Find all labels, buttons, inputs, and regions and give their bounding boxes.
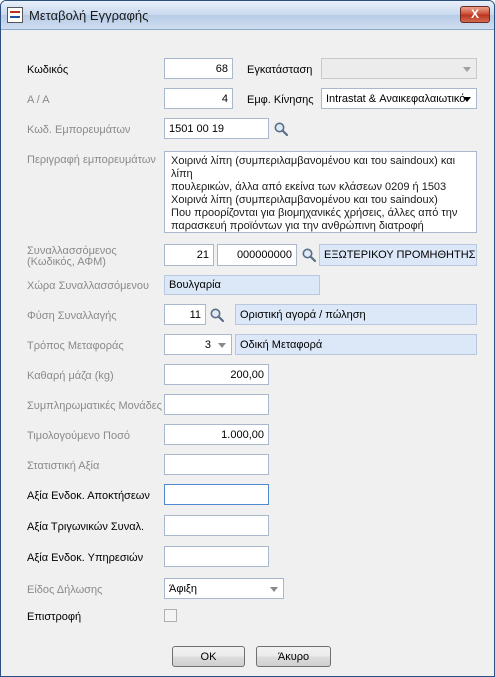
net-mass-label: Καθαρή μάζα (kg) [27,370,114,382]
aa-label: Α / Α [27,94,50,106]
install-label: Εγκατάσταση [247,64,313,76]
goods-desc-line: Χοιρινά λίπη (συμπεριλαμβανομένου και το… [171,194,438,206]
invoiced-amount-field[interactable]: 1.000,00 [164,424,269,445]
transport-mode-combo[interactable]: 3 [164,334,232,355]
intra-acquisitions-field[interactable] [164,484,269,505]
chevron-down-icon [463,66,471,72]
intra-acquisitions-label: Αξία Ενδοκ. Αποκτήσεων [27,490,150,502]
intra-services-field[interactable] [164,546,269,567]
partner-name-field: ΕΞΩΤΕΡΙΚΟΥ ΠΡΟΜΗΘΗΤΗΣ [319,244,477,266]
supplementary-units-field[interactable] [164,394,269,415]
install-combo[interactable] [321,58,477,79]
goods-desc-line: Χοιρινά λίπη (συμπεριλαμβανομένου και το… [171,155,456,180]
chevron-down-icon [270,586,278,592]
goods-code-field[interactable]: 1501 00 19 [164,118,269,139]
partner-sublabel: (Κωδικός, ΑΦΜ) [27,256,106,268]
return-checkbox[interactable] [164,609,177,622]
cancel-button[interactable]: Άκυρο [256,646,331,667]
partner-country-field: Βουλγαρία [164,275,320,295]
transport-mode-name-field: Οδική Μεταφορά [235,334,477,355]
aa-field[interactable]: 4 [164,88,233,109]
movement-value: Intrastat & Αναικεφαλαιωτικό [326,92,466,105]
partner-code-field[interactable]: 21 [164,244,214,266]
goods-desc-field[interactable]: Χοιρινά λίπη (συμπεριλαμβανομένου και το… [164,151,477,233]
intra-services-label: Αξία Ενδοκ. Υπηρεσιών [27,552,144,564]
ok-button[interactable]: OK [172,646,245,667]
movement-combo[interactable]: Intrastat & Αναικεφαλαιωτικό [321,88,477,109]
window-title: Μεταβολή Εγγραφής [29,8,149,23]
chevron-down-icon [463,96,471,102]
code-field[interactable]: 68 [164,58,233,79]
app-icon [7,7,23,23]
transaction-nature-name-field: Οριστική αγορά / πώληση [235,304,477,325]
partner-afm-field[interactable]: 000000000 [217,244,297,266]
close-button[interactable]: X [460,6,490,23]
goods-desc-line: Που προορίζονται για βιομηχανικές χρήσει… [171,207,458,219]
search-icon[interactable] [209,307,225,323]
code-label: Κωδικός [27,64,69,76]
dialog-window: Μεταβολή Εγγραφής X Κωδικός 68 Εγκατάστα… [0,0,495,677]
transport-mode-label: Τρόπος Μεταφοράς [27,340,124,352]
supplementary-units-label: Συμπληρωματικές Μονάδες [27,400,162,412]
chevron-down-icon [218,342,226,348]
net-mass-field[interactable]: 200,00 [164,364,269,385]
statistical-value-label: Στατιστική Αξία [27,460,100,472]
search-icon[interactable] [273,121,289,137]
transaction-nature-code-field[interactable]: 11 [164,304,206,325]
return-label: Επιστροφή [27,611,82,623]
invoiced-amount-label: Τιμολογούμενο Ποσό [27,430,130,442]
goods-desc-line: παρασκευή προϊόντων για την ανθρώπινη δι… [171,220,424,232]
declaration-type-value: Άφιξη [169,582,197,595]
transaction-nature-label: Φύση Συναλλαγής [27,310,117,322]
partner-country-label: Χώρα Συναλλασσόμενου [27,280,150,292]
goods-desc-line: πουλερικών, άλλα από εκείνα των κλάσεων … [171,181,447,193]
declaration-type-label: Είδος Δήλωσης [27,584,103,596]
title-bar: Μεταβολή Εγγραφής X [1,1,494,30]
triangular-value-field[interactable] [164,515,269,536]
movement-label: Εμφ. Κίνησης [247,94,314,106]
goods-code-label: Κωδ. Εμπορευμάτων [27,124,131,136]
search-icon[interactable] [301,247,317,263]
triangular-value-label: Αξία Τριγωνικών Συναλ. [27,521,145,533]
declaration-type-combo[interactable]: Άφιξη [164,578,284,599]
statistical-value-field[interactable] [164,454,269,475]
goods-desc-label: Περιγραφή εμπορευμάτων [27,154,156,166]
transport-mode-code: 3 [204,338,211,351]
